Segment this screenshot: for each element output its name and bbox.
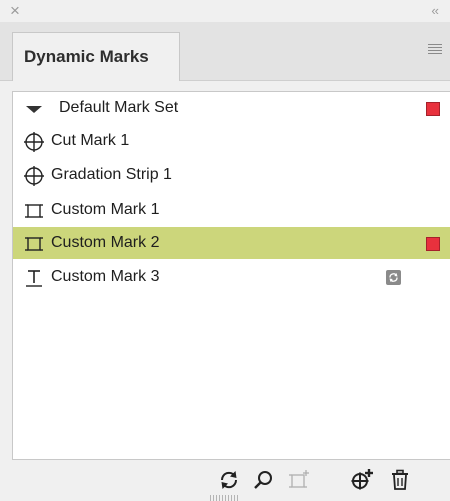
list-item-default-mark-set[interactable]: Default Mark Set [13, 92, 450, 124]
list-item-custom-mark-3[interactable]: Custom Mark 3 [13, 261, 450, 293]
tab-bar: Dynamic Marks [0, 22, 450, 81]
close-icon[interactable]: × [10, 1, 20, 21]
crosshair-circle-icon [24, 166, 44, 186]
dynamic-marks-panel: × ‹‹ Dynamic Marks Default Mark Set Cut [0, 0, 450, 501]
trash-icon[interactable] [388, 468, 412, 492]
custom-mark-frame-icon [25, 237, 43, 251]
add-custom-mark-icon[interactable] [287, 468, 311, 492]
list-item-label: Custom Mark 3 [51, 268, 160, 285]
list-item-label: Cut Mark 1 [51, 132, 130, 149]
marks-list: Default Mark Set Cut Mark 1 Gradation St… [12, 91, 450, 460]
add-mark-icon[interactable] [350, 468, 374, 492]
crosshair-circle-icon [24, 132, 44, 152]
list-item-label: Gradation Strip 1 [51, 166, 172, 183]
list-item-label: Custom Mark 2 [51, 234, 160, 251]
resize-grip[interactable] [210, 495, 240, 501]
color-swatch [426, 102, 440, 116]
list-item-custom-mark-1[interactable]: Custom Mark 1 [13, 194, 450, 226]
panel-menu-icon[interactable] [428, 44, 442, 54]
disclosure-triangle-down-icon[interactable] [23, 98, 45, 120]
sync-badge-icon [386, 270, 401, 285]
list-item-cut-mark-1[interactable]: Cut Mark 1 [13, 125, 450, 157]
panel-titlebar: × ‹‹ [0, 0, 450, 22]
list-item-label: Custom Mark 1 [51, 201, 160, 218]
refresh-icon[interactable] [217, 468, 241, 492]
search-icon[interactable] [252, 468, 276, 492]
color-swatch [426, 237, 440, 251]
custom-mark-frame-icon [25, 204, 43, 218]
list-item-label: Default Mark Set [59, 99, 179, 116]
list-item-gradation-strip-1[interactable]: Gradation Strip 1 [13, 159, 450, 191]
text-mark-icon [26, 270, 42, 287]
tab-label: Dynamic Marks [24, 47, 149, 66]
collapse-panel-icon[interactable]: ‹‹ [431, 1, 439, 21]
list-item-custom-mark-2[interactable]: Custom Mark 2 [13, 227, 450, 259]
tab-dynamic-marks[interactable]: Dynamic Marks [12, 32, 180, 81]
